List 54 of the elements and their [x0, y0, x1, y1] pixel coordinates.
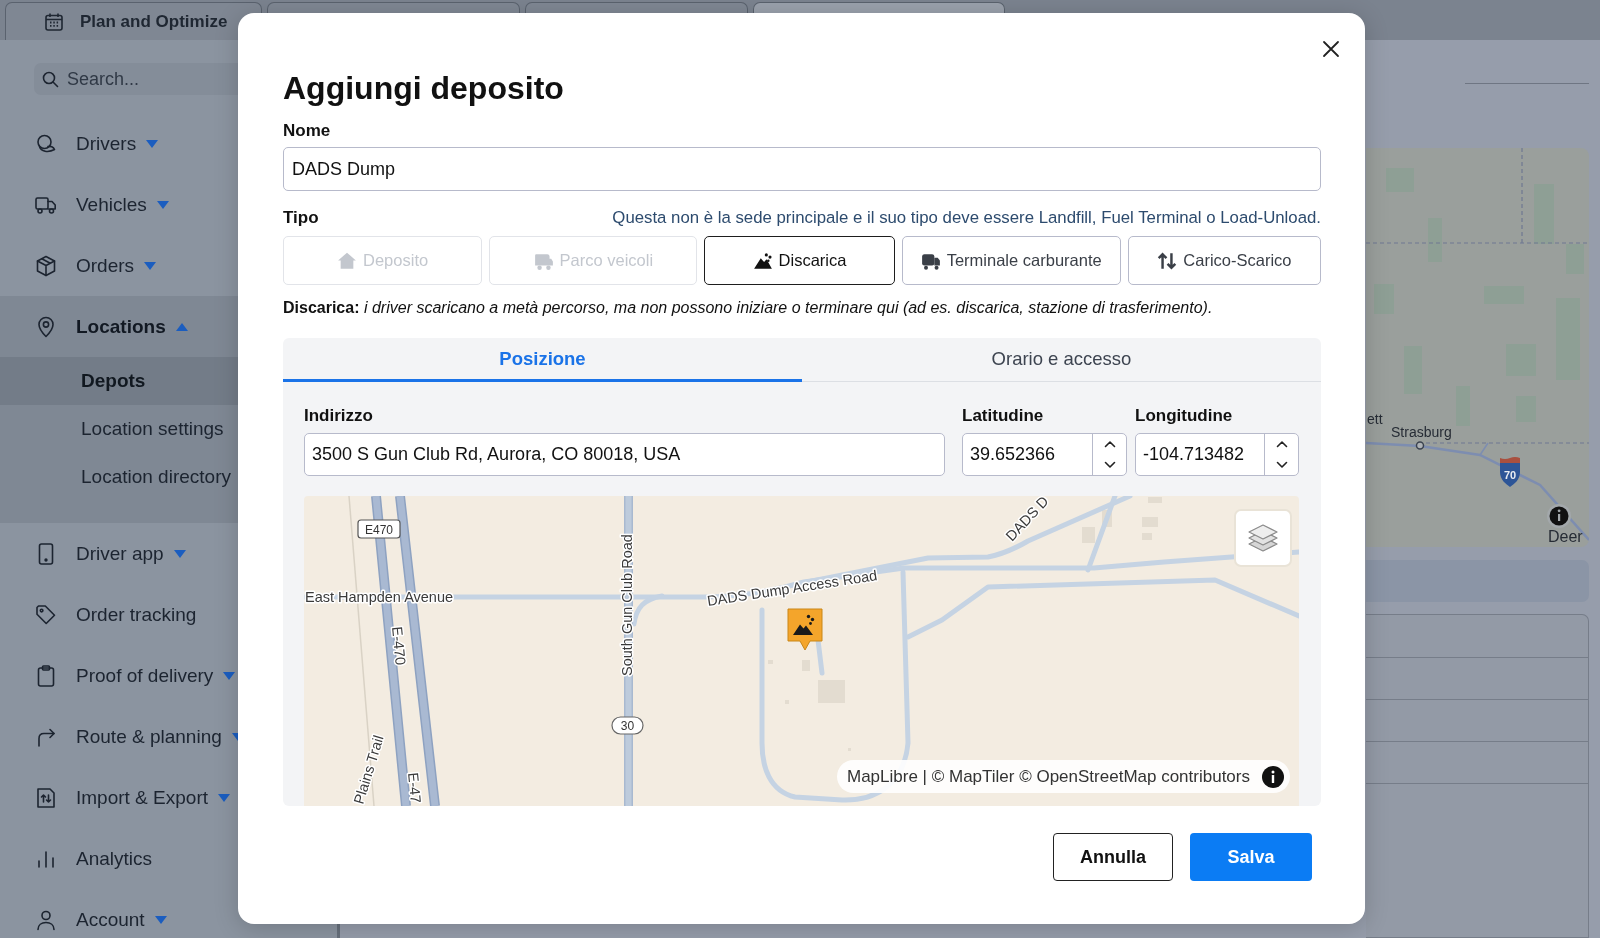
field-label: Longitudine [1135, 406, 1234, 426]
nav-item[interactable]: Driver app [0, 523, 337, 584]
type-option[interactable]: Terminale carburante [901, 236, 1121, 285]
tab[interactable]: Orario e accesso [802, 338, 1321, 382]
road-label: DADS Dump Access Road [706, 567, 879, 609]
save-button[interactable]: Salva [1190, 833, 1312, 881]
route-shield: E470 [357, 519, 401, 539]
file-arrows-icon [34, 785, 58, 810]
route-shield: 70 [1500, 457, 1520, 487]
info-icon[interactable] [1262, 765, 1284, 788]
road-label: East Hampden Avenue [305, 589, 454, 605]
longitude-input[interactable]: -104.713482 [1135, 433, 1299, 476]
chevron-down-icon [1275, 460, 1288, 469]
landfill-icon [752, 250, 773, 271]
place-label: Deer [1548, 528, 1583, 545]
place-label: ett [1367, 411, 1383, 427]
nav-item[interactable]: Import & Export [0, 767, 337, 828]
road-label: E-470 [389, 625, 409, 666]
layers-button[interactable] [1234, 509, 1292, 567]
app-tab[interactable]: Plan and Optimize [5, 2, 262, 40]
cancel-button[interactable]: Annulla [1053, 833, 1173, 881]
town-marker-icon [1415, 441, 1425, 450]
info-icon[interactable] [1547, 504, 1571, 528]
road-label: South Gun Club Road [619, 534, 635, 676]
route-shield: 30 [611, 716, 644, 735]
road-label: Plains Trail [350, 733, 387, 806]
nav-item[interactable]: Account [0, 889, 337, 938]
name-input[interactable]: DADS Dump [283, 147, 1321, 191]
field-label: Tipo [283, 208, 319, 228]
latitude-input[interactable]: 39.652366 [962, 433, 1127, 476]
field-label: Indirizzo [304, 406, 374, 426]
nav-item[interactable]: Proof of delivery [0, 645, 337, 706]
marker-icon [787, 608, 823, 651]
type-hint: Questa non è la sede principale e il suo tipo deve essere Landfill, Fuel Terminal o Load-Unload. [612, 208, 1321, 228]
nav-item[interactable]: Analytics [0, 828, 337, 889]
chevron-down-icon [1103, 460, 1116, 469]
field-label: Nome [283, 121, 332, 141]
field-label: Latitudine [962, 406, 1045, 426]
search-icon [42, 70, 59, 88]
address-input[interactable]: 3500 S Gun Club Rd, Aurora, CO 80018, USA [304, 433, 945, 476]
house-icon [337, 250, 358, 271]
road-label: E-47 [405, 771, 424, 804]
box-icon [34, 253, 58, 278]
attribution-text: MapLibre | © MapTiler © OpenStreetMap contributors [847, 766, 1250, 787]
calendar-icon [44, 11, 64, 32]
type-option[interactable]: Carico-Scarico [1127, 236, 1321, 285]
place-label: Strasburg [1391, 424, 1452, 440]
swap-arrows-icon [1157, 250, 1178, 271]
tag-icon [34, 602, 58, 627]
chevron-up-icon [1275, 440, 1288, 449]
close-icon [1322, 40, 1340, 58]
tab[interactable]: Posizione [283, 338, 802, 382]
type-option[interactable]: Discarica [704, 236, 895, 285]
chevron-up-icon [1103, 440, 1116, 449]
